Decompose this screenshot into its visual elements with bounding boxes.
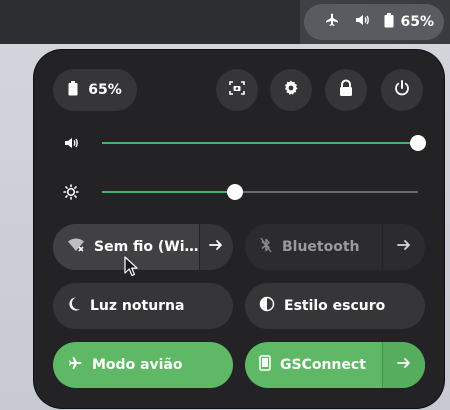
wifi-disconnected-icon [67,237,85,257]
battery-icon [384,12,394,32]
airplane-mode-label: Modo avião [92,357,183,373]
screenshot-icon [228,79,246,101]
dark-style-toggle[interactable]: Estilo escuro [245,283,425,329]
dark-style-label: Estilo escuro [284,298,386,314]
mouse-cursor-icon [124,256,140,282]
night-light-tile[interactable]: Luz noturna [53,283,233,329]
volume-icon [354,12,370,32]
system-status-indicator[interactable]: 65% [304,4,444,40]
moon-icon [67,296,81,316]
brightness-slider-handle[interactable] [226,184,243,200]
gsconnect-toggle[interactable]: GSConnect [245,342,382,388]
dark-style-icon [259,296,275,316]
arrow-right-icon [397,356,411,374]
night-light-toggle[interactable]: Luz noturna [53,283,233,329]
volume-slider[interactable] [102,135,426,151]
bluetooth-toggle[interactable]: Bluetooth [245,224,382,270]
brightness-slider-row [60,180,420,204]
battery-button[interactable]: 65% [53,69,137,111]
night-light-label: Luz noturna [90,298,185,314]
brightness-icon [60,184,82,200]
top-bar-left [0,0,300,44]
top-bar: 65% [0,0,450,44]
settings-button[interactable] [270,69,312,111]
arrow-right-icon [209,238,223,256]
volume-slider-fill [102,142,418,144]
lock-button[interactable] [325,69,367,111]
brightness-slider-fill [102,191,235,193]
volume-slider-handle[interactable] [410,135,426,151]
airplane-mode-tile[interactable]: Modo avião [53,342,233,388]
volume-slider-row [60,131,426,155]
phone-icon [259,355,271,375]
bluetooth-tile[interactable]: Bluetooth [245,224,425,270]
bluetooth-disabled-icon [259,237,273,257]
airplane-icon [324,12,340,32]
power-button[interactable] [381,69,423,111]
arrow-right-icon [397,238,411,256]
volume-icon[interactable] [60,135,82,151]
airplane-icon [67,355,83,375]
battery-percentage: 65% [400,14,434,30]
battery-icon [68,80,78,100]
power-icon [393,79,411,101]
gsconnect-label: GSConnect [280,357,366,373]
airplane-mode-toggle[interactable]: Modo avião [53,342,233,388]
gsconnect-tile[interactable]: GSConnect [245,342,425,388]
screenshot-button[interactable] [216,69,258,111]
wifi-tile[interactable]: Sem fio (Wi… [53,224,233,270]
bluetooth-label: Bluetooth [282,239,360,255]
gear-icon [282,79,300,101]
battery-level-label: 65% [88,82,122,98]
lock-icon [338,79,354,101]
brightness-slider[interactable] [102,184,418,200]
dark-style-tile[interactable]: Estilo escuro [245,283,425,329]
wifi-label: Sem fio (Wi… [94,239,199,255]
